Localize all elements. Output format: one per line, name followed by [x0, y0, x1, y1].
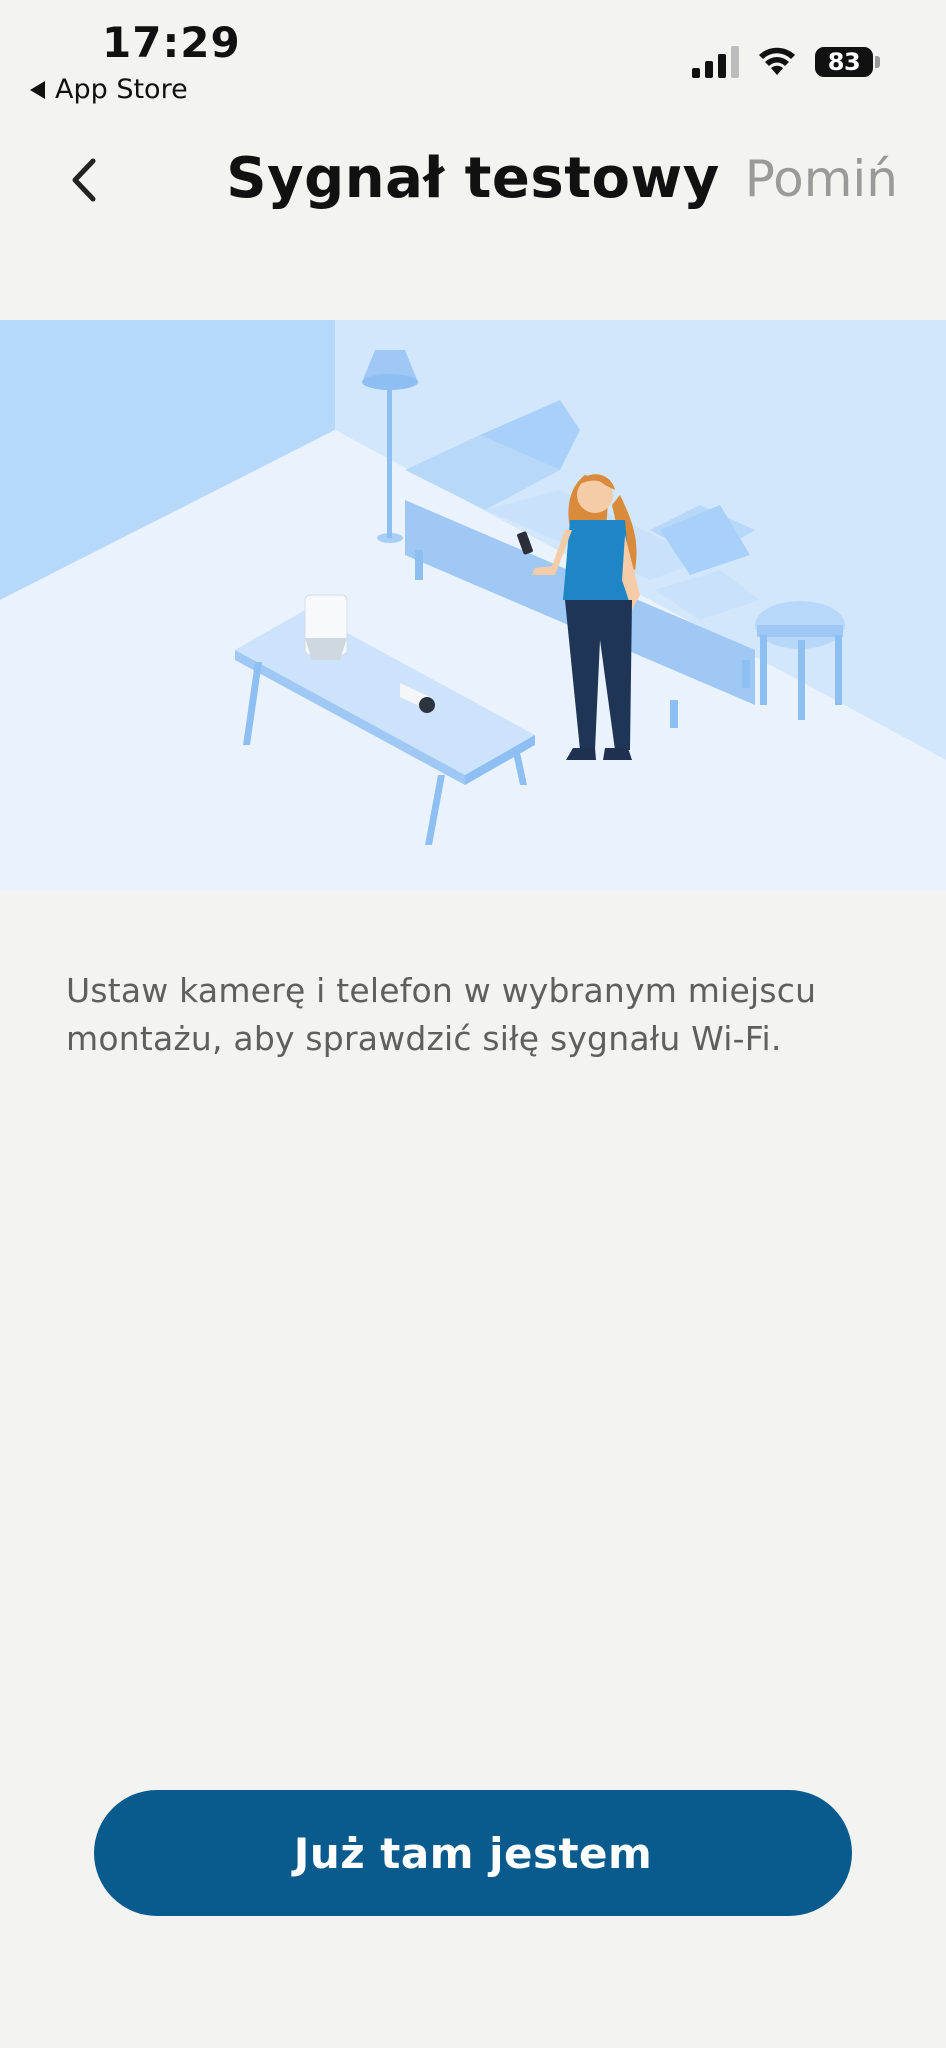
wifi-icon [759, 47, 795, 75]
cellular-signal-icon [692, 46, 739, 78]
battery-indicator: 83 [815, 46, 883, 78]
battery-level: 83 [815, 47, 873, 77]
nav-header: Sygnał testowy Pomiń [0, 130, 946, 230]
confirm-location-button[interactable]: Już tam jestem [94, 1790, 852, 1916]
back-app-label: App Store [55, 74, 188, 105]
back-triangle-icon [30, 80, 45, 99]
skip-button[interactable]: Pomiń [745, 150, 898, 208]
back-to-app-link[interactable]: App Store [30, 74, 188, 105]
battery-cap [875, 56, 880, 68]
status-time: 17:29 [102, 18, 241, 67]
instruction-text: Ustaw kamerę i telefon w wybranym miejsc… [66, 971, 817, 1058]
status-bar: 17:29 App Store 83 [0, 0, 946, 110]
room-setup-illustration [0, 320, 946, 890]
